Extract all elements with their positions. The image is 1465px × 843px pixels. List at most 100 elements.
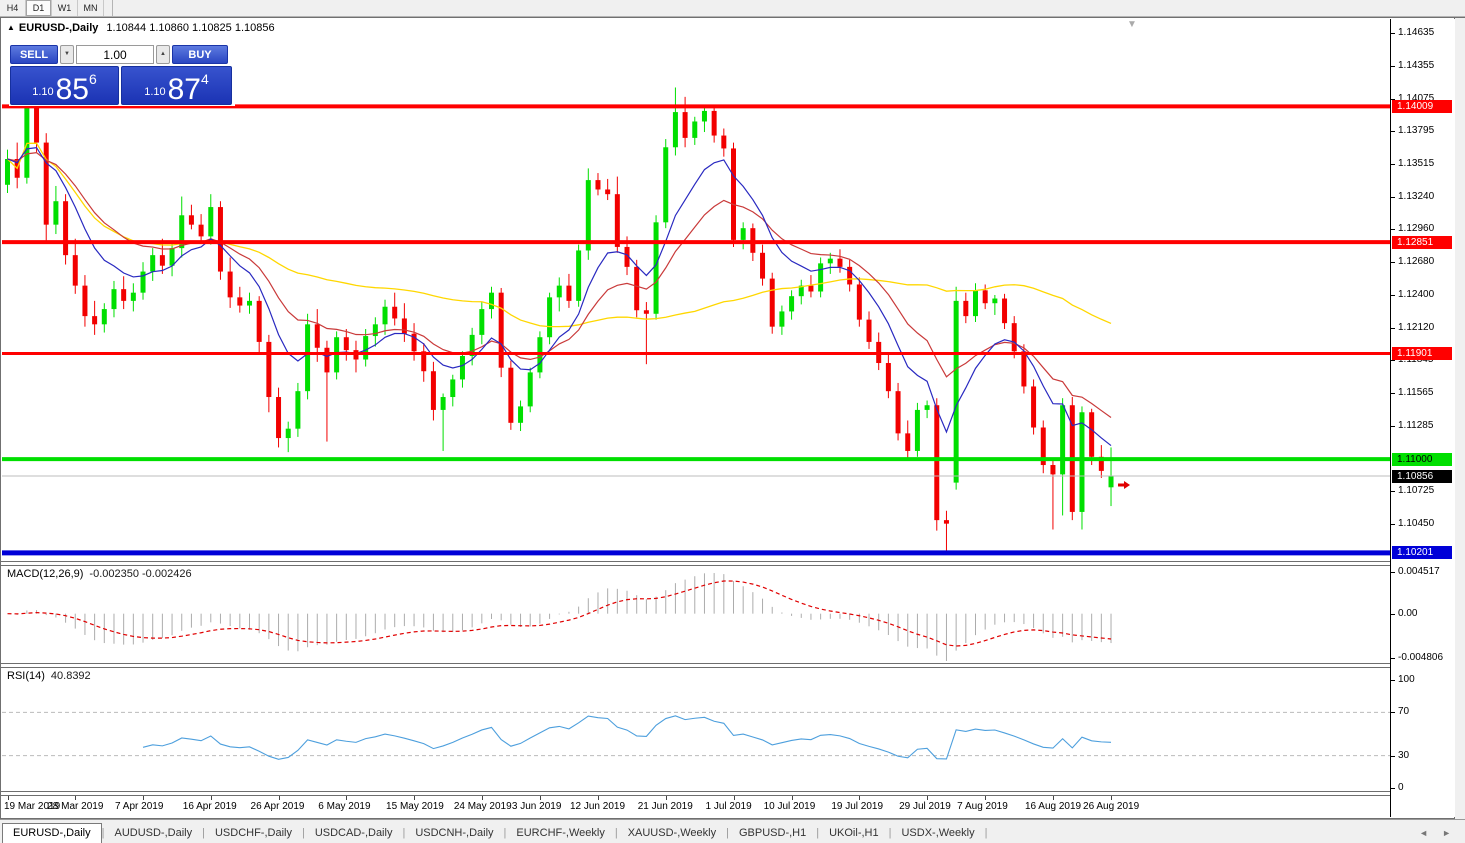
candle-body xyxy=(218,207,223,271)
price-tick-label: 1.12960 xyxy=(1398,223,1434,234)
date-tick-mark xyxy=(859,796,860,800)
panel-splitter[interactable] xyxy=(1,791,1454,796)
volume-increase-button[interactable]: ▲ xyxy=(156,45,170,64)
candle-body xyxy=(576,250,581,300)
symbol-tab-usdcnh-daily[interactable]: USDCNH-,Daily xyxy=(405,824,503,843)
candle-body xyxy=(644,310,649,314)
date-label: 29 Jul 2019 xyxy=(899,801,951,812)
candle-body xyxy=(5,159,10,185)
sell-price-prefix: 1.10 xyxy=(32,86,53,98)
price-level-badge: 1.10201 xyxy=(1392,546,1452,559)
price-tick-mark xyxy=(1391,680,1395,681)
symbol-tab-usdcad-daily[interactable]: USDCAD-,Daily xyxy=(305,824,403,843)
price-tick-label: 1.11565 xyxy=(1398,387,1433,398)
candle-body xyxy=(508,368,513,423)
candle-body xyxy=(741,228,746,240)
price-tick-label: 1.12680 xyxy=(1398,256,1434,267)
date-tick-mark xyxy=(346,796,347,800)
timeframe-toolbar: H4D1W1MN xyxy=(0,0,1465,17)
tab-scroll-right-icon[interactable]: ► xyxy=(1442,828,1451,838)
price-level-badge: 1.11000 xyxy=(1392,453,1452,466)
candle-body xyxy=(818,263,823,291)
symbol-tab-eurchf-weekly[interactable]: EURCHF-,Weekly xyxy=(506,824,614,843)
candle-body xyxy=(73,255,78,285)
candle-body xyxy=(392,307,397,319)
candle-body xyxy=(92,316,97,324)
price-tick-mark xyxy=(1391,788,1395,789)
panel-splitter[interactable] xyxy=(1,663,1454,668)
price-tick-label: 1.11285 xyxy=(1398,420,1433,431)
chart-shift-marker-icon[interactable]: ▼ xyxy=(1127,19,1137,30)
price-tick-mark xyxy=(1391,33,1395,34)
current-price-badge: 1.10856 xyxy=(1392,470,1452,483)
price-tick-mark xyxy=(1391,572,1395,573)
buy-price-prefix: 1.10 xyxy=(144,86,165,98)
date-tick-mark xyxy=(927,796,928,800)
symbol-tab-eurusd-daily[interactable]: EURUSD-,Daily xyxy=(2,823,102,843)
candle-body xyxy=(712,111,717,136)
date-tick-mark xyxy=(666,796,667,800)
date-tick-mark xyxy=(482,796,483,800)
date-label: 7 Apr 2019 xyxy=(115,801,163,812)
macd-panel[interactable]: MACD(12,26,9)-0.002350 -0.002426 xyxy=(2,566,1390,662)
price-tick-label: 1.12120 xyxy=(1398,322,1434,333)
candle-body xyxy=(315,324,320,347)
price-tick-mark xyxy=(1391,426,1395,427)
rsi-panel[interactable]: RSI(14)40.8392 xyxy=(2,668,1390,790)
timeframe-button-mn[interactable]: MN xyxy=(78,0,104,16)
candle-body xyxy=(673,112,678,147)
date-label: 1 Jul 2019 xyxy=(706,801,752,812)
price-axis[interactable]: 1.146351.143551.140751.137951.135151.132… xyxy=(1390,19,1455,817)
candle-body xyxy=(518,406,523,422)
volume-decrease-button[interactable]: ▼ xyxy=(60,45,74,64)
date-axis[interactable]: 19 Mar 201928 Mar 20197 Apr 201916 Apr 2… xyxy=(2,796,1390,818)
candle-body xyxy=(441,397,446,410)
candle-body xyxy=(896,391,901,433)
symbol-tab-gbpusd-h1[interactable]: GBPUSD-,H1 xyxy=(729,824,816,843)
buy-button[interactable]: BUY xyxy=(172,45,228,64)
candle-body xyxy=(1089,412,1094,457)
price-tick-label: 1.10450 xyxy=(1398,518,1434,529)
date-label: 26 Aug 2019 xyxy=(1083,801,1139,812)
date-tick-mark xyxy=(211,796,212,800)
date-label: 19 Jul 2019 xyxy=(831,801,883,812)
date-tick-mark xyxy=(279,796,280,800)
symbol-tab-audusd-daily[interactable]: AUDUSD-,Daily xyxy=(104,824,202,843)
price-tick-mark xyxy=(1391,262,1395,263)
candle-body xyxy=(286,429,291,438)
candle-body xyxy=(82,286,87,316)
candle-body xyxy=(595,180,600,189)
date-tick-mark xyxy=(414,796,415,800)
macd-axis-label: 0.00 xyxy=(1398,608,1417,619)
candle-body xyxy=(1050,465,1055,474)
candle-body xyxy=(247,301,252,306)
candle-body xyxy=(131,293,136,301)
date-label: 6 May 2019 xyxy=(318,801,370,812)
symbol-tab-usdchf-daily[interactable]: USDCHF-,Daily xyxy=(205,824,302,843)
rsi-axis-label: 30 xyxy=(1398,750,1409,761)
symbol-tab-usdx-weekly[interactable]: USDX-,Weekly xyxy=(891,824,984,843)
collapse-arrow-icon[interactable]: ▲ xyxy=(7,23,15,32)
date-tick-mark xyxy=(985,796,986,800)
tab-scroll-left-icon[interactable]: ◄ xyxy=(1419,828,1428,838)
rsi-label: RSI(14)40.8392 xyxy=(7,670,91,682)
date-label: 10 Jul 2019 xyxy=(764,801,816,812)
price-tick-mark xyxy=(1391,393,1395,394)
sell-button[interactable]: SELL xyxy=(10,45,58,64)
candle-body xyxy=(199,225,204,237)
candle-body xyxy=(1079,412,1084,512)
timeframe-button-h4[interactable]: H4 xyxy=(0,0,26,16)
price-tick-mark xyxy=(1391,197,1395,198)
timeframe-button-d1[interactable]: D1 xyxy=(26,0,52,16)
panel-splitter[interactable] xyxy=(1,561,1454,566)
candle-body xyxy=(266,342,271,397)
candle-body xyxy=(402,318,407,333)
symbol-tab-xauusd-weekly[interactable]: XAUUSD-,Weekly xyxy=(618,824,726,843)
timeframe-button-w1[interactable]: W1 xyxy=(52,0,78,16)
volume-input[interactable] xyxy=(76,45,154,64)
symbol-tab-ukoil-h1[interactable]: UKOil-,H1 xyxy=(819,824,889,843)
candle-body xyxy=(276,397,281,438)
candle-body xyxy=(770,279,775,327)
date-label: 16 Apr 2019 xyxy=(183,801,237,812)
candle-body xyxy=(257,301,262,342)
